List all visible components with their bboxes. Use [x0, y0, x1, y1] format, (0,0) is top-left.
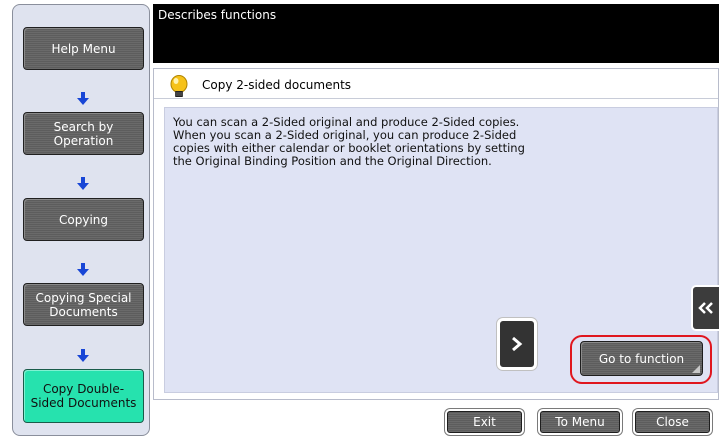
to-menu-label: To Menu: [555, 415, 605, 429]
description-text: You can scan a 2-Sided original and prod…: [173, 115, 525, 168]
down-arrow-icon: [77, 263, 89, 276]
nav-help-menu[interactable]: Help Menu: [23, 27, 144, 70]
help-navigation-rail: Help Menu Search by Operation Copying Co…: [12, 4, 150, 436]
exit-label: Exit: [473, 415, 496, 429]
down-arrow-icon: [77, 177, 89, 190]
nav-copying-special-documents[interactable]: Copying Special Documents: [23, 283, 144, 326]
collapse-side-tab[interactable]: [691, 285, 719, 331]
nav-copying[interactable]: Copying: [23, 198, 144, 241]
to-menu-button[interactable]: To Menu: [540, 411, 620, 433]
next-page-button[interactable]: [497, 318, 537, 370]
close-label: Close: [656, 415, 689, 429]
lightbulb-icon: [170, 75, 188, 97]
panel-title: Copy 2-sided documents: [202, 78, 352, 92]
nav-copy-double-sided-documents[interactable]: Copy Double- Sided Documents: [23, 369, 144, 423]
double-chevron-left-icon: [698, 302, 713, 314]
close-button[interactable]: Close: [635, 411, 710, 433]
go-to-function-label: Go to function: [598, 351, 685, 366]
down-arrow-icon: [77, 349, 89, 362]
down-arrow-icon: [77, 92, 89, 105]
exit-button[interactable]: Exit: [447, 411, 522, 433]
header-bar: Describes functions: [153, 4, 719, 63]
panel-title-row: Copy 2-sided documents: [154, 69, 718, 99]
chevron-right-icon: [512, 336, 523, 352]
nav-search-by-operation[interactable]: Search by Operation: [23, 112, 144, 155]
header-title: Describes functions: [158, 8, 277, 22]
go-to-function-button[interactable]: Go to function: [580, 341, 703, 376]
